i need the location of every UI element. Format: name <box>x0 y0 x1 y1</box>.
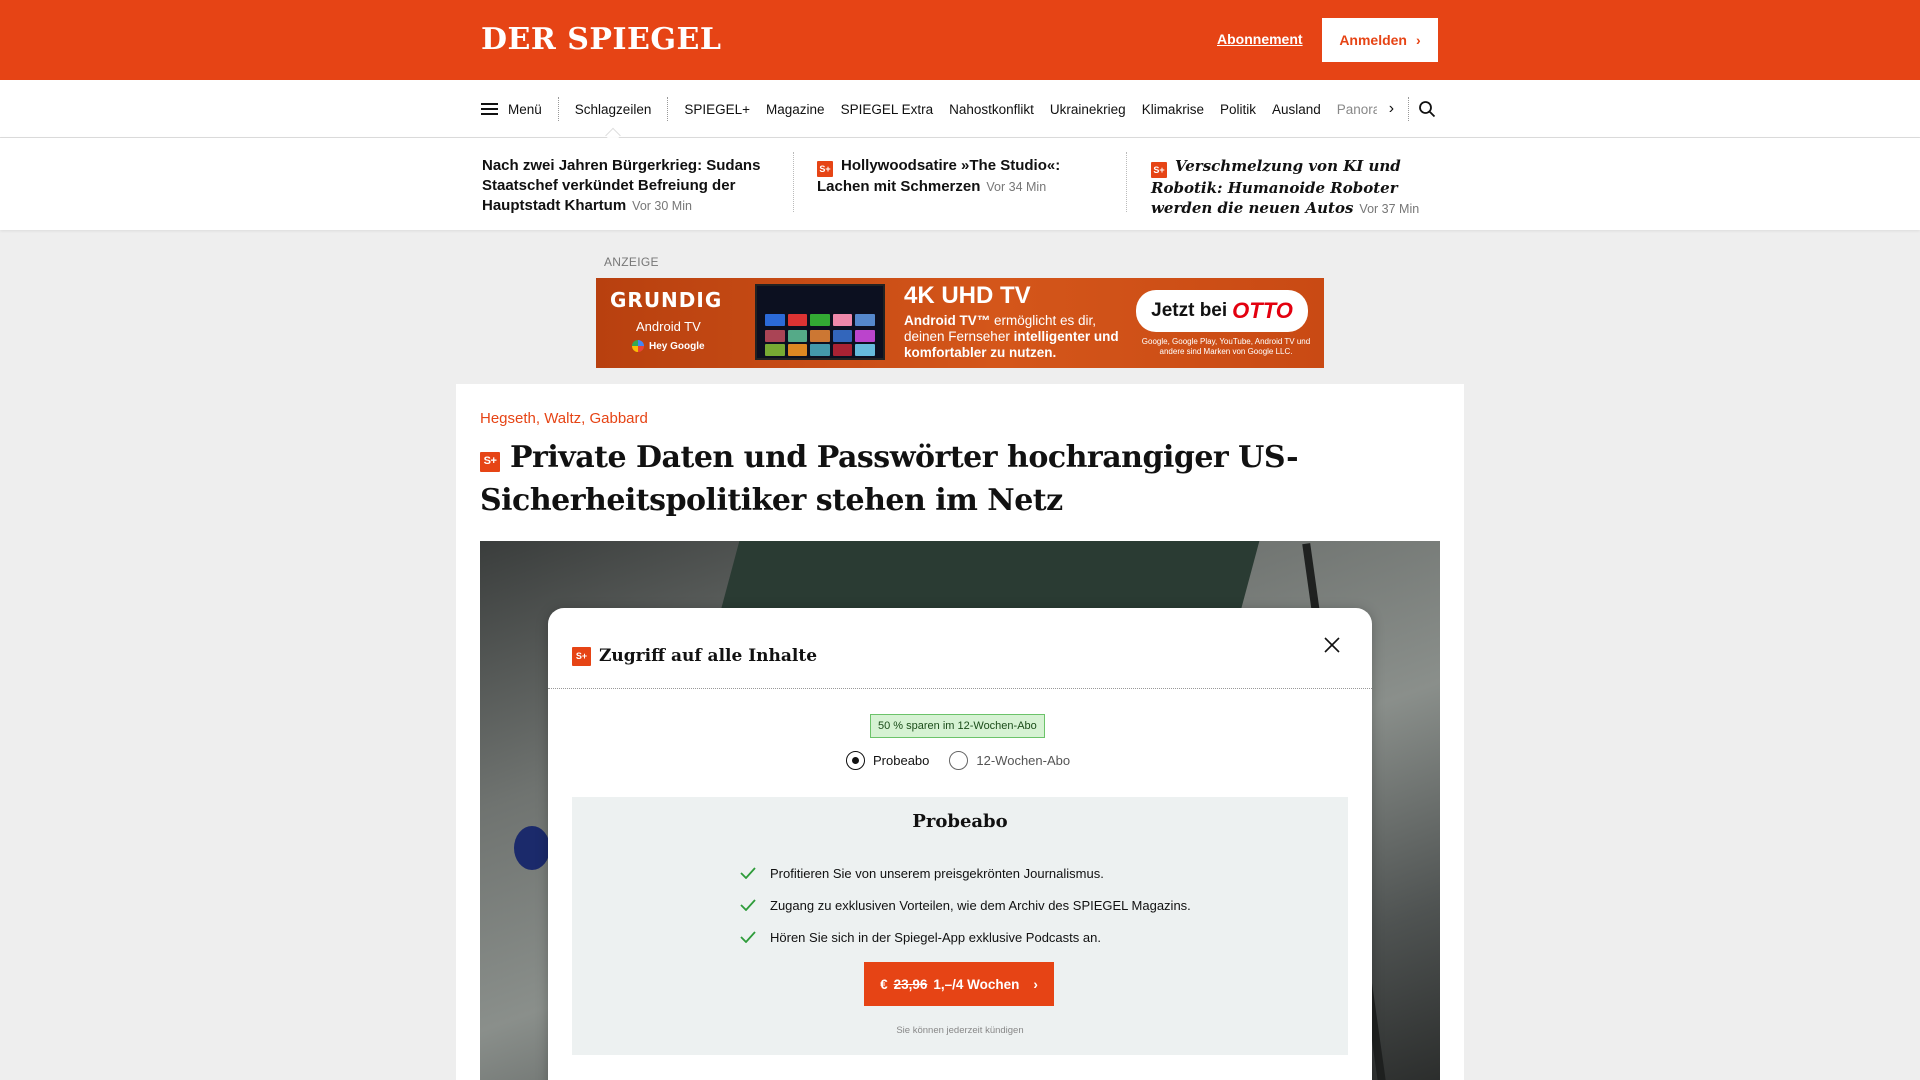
headline-text: Private Daten und Passwörter hochrangige… <box>480 440 1299 518</box>
ad-label: ANZEIGE <box>604 255 659 269</box>
nav-item-nahostkonflikt[interactable]: Nahostkonflikt <box>949 102 1034 117</box>
spiegel-plus-icon: S+ <box>480 451 500 472</box>
headline-teasers: Nach zwei Jahren Bürgerkrieg: Sudans Sta… <box>0 138 1920 230</box>
cta-currency: € <box>880 976 888 992</box>
cta-old-price: 23,96 <box>893 976 928 992</box>
hamburger-icon <box>481 103 498 115</box>
nav-item-spiegel-plus[interactable]: SPIEGEL+ <box>684 102 750 117</box>
nav-item-magazine[interactable]: Magazine <box>766 102 825 117</box>
radio-label: Probeabo <box>873 753 930 768</box>
modal-title: S+ Zugriff auf alle Inhalte <box>572 646 817 666</box>
nav-item-schlagzeilen[interactable]: Schlagzeilen <box>575 102 652 117</box>
feature-text: Profitieren Sie von unserem preisgekrönt… <box>770 865 1104 881</box>
feature-item: Hören Sie sich in der Spiegel-App exklus… <box>740 921 1191 953</box>
radio-selected-icon <box>846 751 865 770</box>
close-icon[interactable] <box>1323 636 1341 654</box>
nav-scroll-right-icon[interactable]: › <box>1389 100 1394 118</box>
otto-logo: OTTO <box>1232 298 1293 323</box>
check-icon <box>740 867 756 879</box>
menu-button[interactable]: Menü <box>481 102 542 117</box>
nav-item-politik[interactable]: Politik <box>1220 102 1256 117</box>
ad-assistant: Hey Google <box>632 340 705 352</box>
tv-product-image <box>755 284 885 360</box>
chevron-right-icon: › <box>1033 976 1038 992</box>
ad-title: 4K UHD TV <box>904 282 1031 309</box>
nav-item-spiegel-extra[interactable]: SPIEGEL Extra <box>841 102 934 117</box>
teaser-title: Nach zwei Jahren Bürgerkrieg: Sudans Sta… <box>482 157 761 214</box>
ad-brand: GRUNDIG <box>610 288 723 312</box>
feature-text: Zugang zu exklusiven Vorteilen, wie dem … <box>770 897 1191 913</box>
teaser-item[interactable]: Nach zwei Jahren Bürgerkrieg: Sudans Sta… <box>482 156 772 216</box>
spiegel-plus-icon: S+ <box>572 646 591 666</box>
nav-item-ausland[interactable]: Ausland <box>1272 102 1321 117</box>
plan-selector: Probeabo 12-Wochen-Abo <box>846 751 1070 770</box>
article-headline: S+ Private Daten und Passwörter hochrangi… <box>480 436 1310 522</box>
feature-text: Hören Sie sich in der Spiegel-App exklus… <box>770 929 1101 945</box>
feature-item: Zugang zu exklusiven Vorteilen, wie dem … <box>740 889 1191 921</box>
offer-title: Probeabo <box>912 811 1008 832</box>
spiegel-logo[interactable]: DER SPIEGEL <box>481 22 721 57</box>
feature-item: Profitieren Sie von unserem preisgekrönt… <box>740 857 1191 889</box>
teaser-divider <box>1126 152 1127 212</box>
teaser-time: Vor 30 Min <box>632 199 692 213</box>
subscription-link[interactable]: Abonnement <box>1217 31 1303 47</box>
nav-divider <box>1408 97 1410 121</box>
nav-item-panorama[interactable]: Panorama <box>1337 102 1377 117</box>
login-button[interactable]: Anmelden › <box>1322 18 1438 62</box>
savings-badge: 50 % sparen im 12-Wochen-Abo <box>870 714 1045 738</box>
check-icon <box>740 899 756 911</box>
ad-cta-label: Jetzt bei <box>1151 300 1228 321</box>
ad-text: Android TV™ ermöglicht es dir, deinen Fe… <box>904 313 1119 360</box>
ad-assistant-label: Hey Google <box>649 340 705 352</box>
modal-divider <box>548 688 1372 689</box>
cancel-note: Sie können jederzeit kündigen <box>896 1025 1024 1036</box>
teaser-time: Vor 37 Min <box>1359 202 1420 216</box>
check-icon <box>740 931 756 943</box>
teaser-divider <box>793 152 794 212</box>
feature-list: Profitieren Sie von unserem preisgekrönt… <box>740 857 1191 953</box>
teaser-item[interactable]: S+ Verschmelzung von KI und Robotik: Huma… <box>1151 156 1441 219</box>
subscribe-button[interactable]: € 23,96 1,–/4 Wochen › <box>864 962 1054 1006</box>
radio-12-wochen-abo[interactable]: 12-Wochen-Abo <box>949 751 1070 770</box>
nav-item-ukrainekrieg[interactable]: Ukrainekrieg <box>1050 102 1126 117</box>
menu-label: Menü <box>508 101 542 117</box>
radio-unselected-icon <box>949 751 969 770</box>
main-navigation: Menü Schlagzeilen SPIEGEL+ Magazine SPIE… <box>0 80 1920 138</box>
paywall-modal: S+ Zugriff auf alle Inhalte 50 % sparen … <box>548 608 1372 1080</box>
article-kicker: Hegseth, Waltz, Gabbard <box>480 410 648 427</box>
chevron-right-icon: › <box>1416 32 1421 48</box>
cta-new-price: 1,–/4 Wochen <box>933 976 1020 992</box>
login-button-label: Anmelden <box>1339 32 1407 48</box>
google-assistant-icon <box>632 340 644 352</box>
search-icon[interactable] <box>1418 100 1436 118</box>
spiegel-plus-icon: S+ <box>817 161 833 177</box>
nav-divider <box>557 97 559 121</box>
top-header: DER SPIEGEL Abonnement Anmelden › <box>0 0 1920 80</box>
teaser-item[interactable]: S+ Hollywoodsatire »The Studio«: Lachen m… <box>817 156 1087 197</box>
nav-divider <box>667 97 669 121</box>
radio-label: 12-Wochen-Abo <box>976 753 1071 768</box>
nav-item-klimakrise[interactable]: Klimakrise <box>1142 102 1204 117</box>
ad-fineprint: Google, Google Play, YouTube, Android TV… <box>1141 337 1311 356</box>
spiegel-plus-icon: S+ <box>1151 162 1167 178</box>
ad-cta-button[interactable]: Jetzt bei OTTO <box>1136 290 1308 332</box>
ad-platform: Android TV <box>636 319 701 334</box>
advertisement-banner[interactable]: GRUNDIG Android TV Hey Google 4K UHD TV … <box>596 278 1324 368</box>
radio-probeabo[interactable]: Probeabo <box>846 751 929 770</box>
modal-title-text: Zugriff auf alle Inhalte <box>599 646 818 666</box>
offer-box: Probeabo Profitieren Sie von unserem pre… <box>572 797 1348 1055</box>
teaser-time: Vor 34 Min <box>986 180 1047 194</box>
